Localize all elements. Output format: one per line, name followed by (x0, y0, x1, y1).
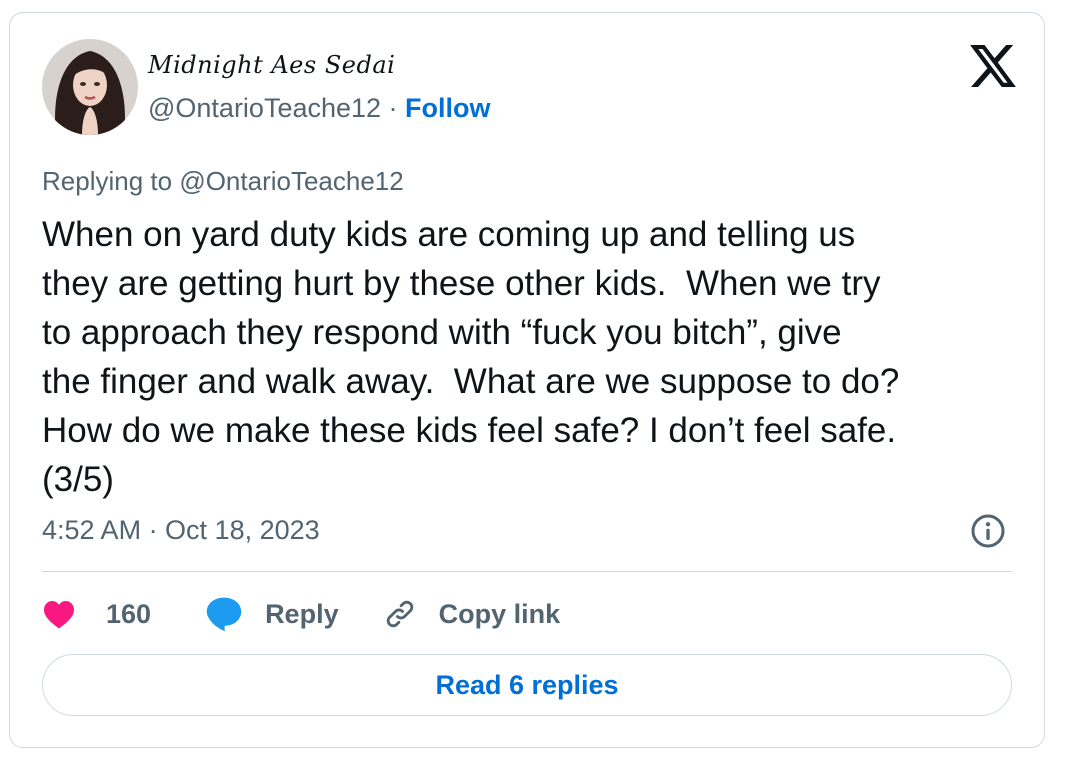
follow-button[interactable]: Follow (405, 93, 490, 123)
avatar-image (42, 39, 138, 135)
author-display-name[interactable]: Midnight Aes Sedai (148, 51, 395, 79)
heart-icon (44, 601, 74, 629)
author-handle[interactable]: @OntarioTeache12 (148, 93, 381, 123)
replying-to: Replying to @OntarioTeache12 (42, 166, 404, 197)
reply-bubble-icon (206, 597, 242, 632)
read-replies-label: Read 6 replies (435, 669, 619, 700)
like-button[interactable]: 160 (42, 599, 151, 630)
tweet-timestamp[interactable]: 4:52 AM · Oct 18, 2023 (42, 515, 320, 546)
handle-separator: · (381, 93, 406, 123)
avatar[interactable] (42, 39, 138, 135)
replying-to-handle[interactable]: @OntarioTeache12 (179, 166, 403, 196)
tweet-text: When on yard duty kids are coming up and… (42, 215, 900, 499)
link-icon (386, 600, 413, 628)
action-bar: 160 Reply Copy link (42, 591, 560, 637)
info-icon[interactable] (970, 513, 1006, 549)
x-logo-icon[interactable] (970, 45, 1016, 87)
reply-button[interactable]: Reply (205, 596, 339, 632)
tweet-card: Midnight Aes Sedai @OntarioTeache12 · Fo… (9, 12, 1045, 748)
author-handle-row: @OntarioTeache12 · Follow (148, 93, 491, 124)
divider (42, 571, 1012, 572)
copy-link-label: Copy link (438, 598, 561, 629)
copy-link-button[interactable]: Copy link (383, 597, 561, 631)
replying-to-prefix: Replying to (42, 166, 180, 196)
read-replies-button[interactable]: Read 6 replies (42, 654, 1012, 716)
reply-label: Reply (265, 598, 339, 629)
like-count: 160 (106, 598, 152, 629)
